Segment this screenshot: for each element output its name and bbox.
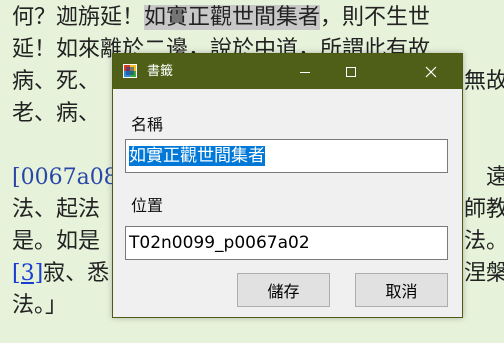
doc-line: 老、病、 xyxy=(12,101,101,126)
minimize-icon xyxy=(300,71,310,73)
close-icon xyxy=(425,66,437,77)
footnote-link[interactable]: [3] xyxy=(12,261,43,286)
selected-text: 如實正觀世間集者 xyxy=(129,146,265,166)
maximize-icon xyxy=(346,66,356,77)
close-button[interactable] xyxy=(408,54,454,89)
line-reference: [0067a08] xyxy=(12,165,127,190)
minimize-button[interactable] xyxy=(282,54,328,89)
title-bar[interactable]: 書籤 xyxy=(113,54,462,89)
dialog-title: 書籤 xyxy=(147,64,174,79)
doc-line-right: 無故 xyxy=(464,69,504,94)
doc-line: [3]寂、悉 xyxy=(12,261,110,286)
position-label: 位置 xyxy=(131,196,164,215)
save-button[interactable]: 儲存 xyxy=(237,273,330,307)
doc-line: 是。如是 xyxy=(12,229,101,254)
position-field[interactable]: T02n0099_p0067a02 xyxy=(125,226,448,260)
doc-line-right: 遠 xyxy=(486,165,504,190)
doc-line-right: 師教 xyxy=(464,197,504,222)
doc-line: 何？迦旃延！如實正觀世間集者，則不生世 xyxy=(12,5,431,30)
bookmark-dialog: 書籤 名稱 如實正觀世間集者 位置 T02n0099_p0067a02 儲存 取… xyxy=(112,53,463,318)
cancel-button[interactable]: 取消 xyxy=(355,273,448,307)
doc-line-right: 法。 xyxy=(464,229,504,254)
maximize-button[interactable] xyxy=(328,54,374,89)
highlighted-text[interactable]: 如實正觀世間集者 xyxy=(144,5,321,30)
doc-line: 病、死、 xyxy=(12,69,101,94)
name-label: 名稱 xyxy=(131,115,164,134)
doc-line: 法。」 xyxy=(12,293,68,318)
doc-line-right: 涅槃 xyxy=(464,261,504,286)
name-field[interactable]: 如實正觀世間集者 xyxy=(125,139,448,173)
doc-line: 法、起法 xyxy=(12,197,101,222)
app-icon xyxy=(123,64,137,78)
